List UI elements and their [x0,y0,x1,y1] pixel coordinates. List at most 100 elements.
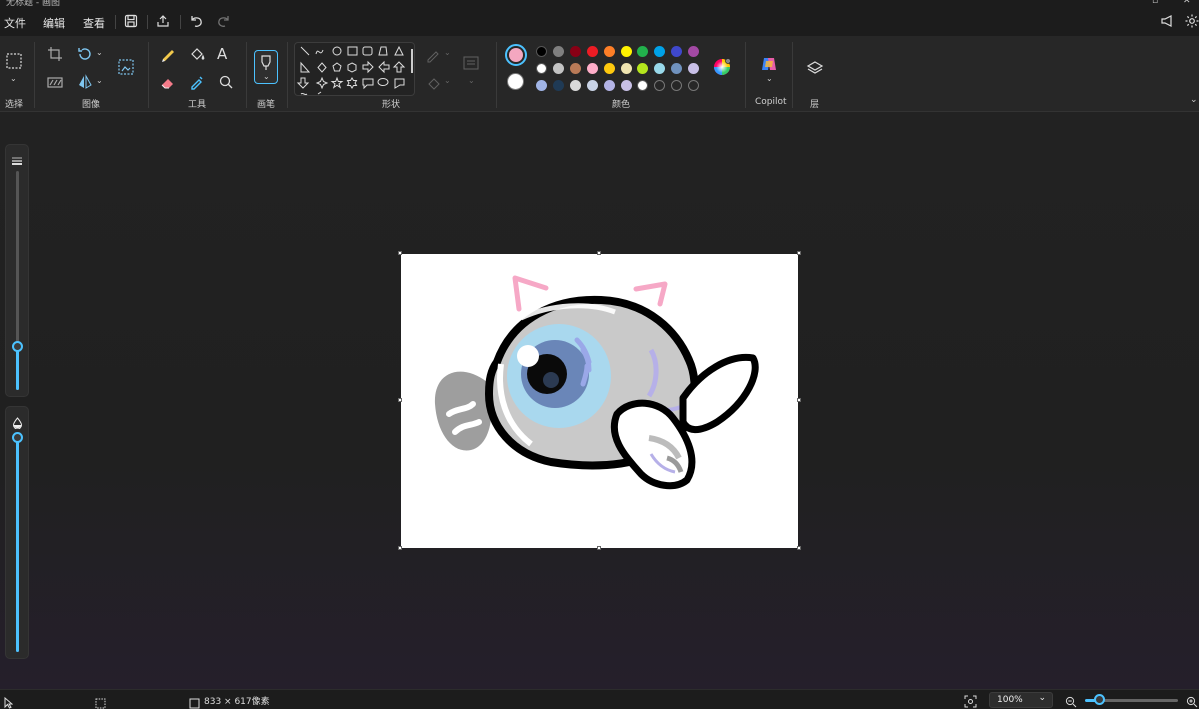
rotate-icon[interactable] [76,45,94,63]
divider [287,42,288,108]
shapes-scrollbar[interactable] [411,49,413,73]
palette-swatch[interactable] [536,80,547,91]
opacity-drop-icon [12,414,23,433]
palette-swatch[interactable] [552,63,564,74]
divider [745,42,746,108]
brush-button[interactable]: ⌄ [254,50,278,84]
palette-swatch[interactable] [552,80,564,91]
flip-icon[interactable] [76,73,94,91]
close-icon[interactable]: ✕ [1183,0,1191,6]
palette-swatch[interactable] [620,63,632,74]
image-select-icon[interactable] [117,58,135,76]
fill-bucket-icon[interactable] [188,45,206,63]
fit-to-window-icon[interactable] [964,693,977,709]
palette-swatch[interactable] [603,46,615,57]
group-label-shapes: 形状 [382,100,401,110]
rotate-chevron-down-icon[interactable]: ⌄ [96,48,103,57]
shape-size-chevron-down-icon[interactable]: ⌄ [468,76,475,85]
palette-swatch[interactable] [671,46,683,57]
palette-swatch[interactable] [688,46,700,57]
resize-handle-bottom-left[interactable] [398,546,402,550]
secondary-color-swatch[interactable] [507,73,524,90]
outline-icon[interactable] [425,47,443,65]
save-icon[interactable] [123,13,141,31]
edit-colors-icon[interactable] [713,58,731,76]
copilot-icon[interactable] [760,55,778,73]
resize-handle-top-left[interactable] [398,251,402,255]
copilot-chevron-down-icon[interactable]: ⌄ [766,74,773,83]
divider [147,15,148,29]
shape-size-icon[interactable] [462,54,480,72]
palette-swatch[interactable] [569,80,581,91]
outline-chevron-down-icon[interactable]: ⌄ [444,48,451,57]
eraser-icon[interactable] [159,73,177,91]
palette-swatch[interactable] [552,46,564,57]
resize-handle-top-right[interactable] [797,251,801,255]
restore-icon[interactable]: ▫ [1152,0,1158,6]
status-bar: 833 × 617像素 100% ⌄ [0,689,1199,709]
palette-swatch[interactable] [620,80,632,91]
palette-swatch[interactable] [637,46,649,57]
pencil-icon[interactable] [159,45,177,63]
palette-swatch[interactable] [603,63,615,74]
palette-swatch[interactable] [569,63,581,74]
drawing-canvas[interactable] [401,254,798,548]
menu-edit[interactable]: 编辑 [43,15,65,31]
resize-handle-left[interactable] [398,398,402,402]
undo-icon[interactable] [188,13,206,31]
feedback-icon[interactable] [1160,13,1178,31]
ribbon-collapse-chevron-icon[interactable]: ⌄ [1190,95,1198,105]
palette-swatch[interactable] [671,63,683,74]
canvas-size-icon [189,694,200,709]
settings-gear-icon[interactable] [1184,13,1199,31]
zoom-out-icon[interactable] [1065,693,1077,709]
palette-swatch[interactable] [536,63,547,74]
palette-swatch[interactable] [637,80,649,91]
custom-color-slot[interactable] [688,80,700,91]
resize-handle-bottom-right[interactable] [797,546,801,550]
custom-color-slot[interactable] [654,80,666,91]
layers-icon[interactable] [806,59,824,77]
resize-handle-top[interactable] [597,251,601,255]
shapes-gallery[interactable] [294,42,415,96]
fill-chevron-down-icon[interactable]: ⌄ [444,76,451,85]
group-label-image: 图像 [82,100,101,110]
text-tool-icon[interactable]: A [217,45,235,63]
cursor-position-icon [3,694,14,709]
palette-swatch[interactable] [586,80,598,91]
fill-style-icon[interactable] [425,75,443,93]
palette-swatch[interactable] [620,46,632,57]
zoom-slider-thumb[interactable] [1094,694,1105,705]
resize-handle-right[interactable] [797,398,801,402]
menu-file[interactable]: 文件 [4,15,26,31]
crop-icon[interactable] [46,45,64,63]
divider [246,42,247,108]
palette-swatch[interactable] [654,63,666,74]
palette-swatch[interactable] [637,63,649,74]
menu-view[interactable]: 查看 [83,15,105,31]
size-slider-thumb[interactable] [12,341,23,353]
opacity-slider-thumb[interactable] [12,432,23,443]
redo-icon[interactable] [216,13,234,31]
resize-handle-bottom[interactable] [597,546,601,550]
primary-color-swatch[interactable] [505,44,527,66]
select-chevron-down-icon[interactable]: ⌄ [10,74,17,83]
zoom-dropdown[interactable]: 100% ⌄ [989,692,1053,708]
palette-swatch[interactable] [586,46,598,57]
palette-swatch[interactable] [688,63,700,74]
palette-swatch[interactable] [586,63,598,74]
eyeball-drawing [434,275,759,490]
share-icon[interactable] [155,13,173,31]
palette-swatch[interactable] [603,80,615,91]
palette-swatch[interactable] [569,46,581,57]
flip-chevron-down-icon[interactable]: ⌄ [96,76,103,85]
magnifier-icon[interactable] [217,73,235,91]
rectangle-select-icon[interactable] [5,52,23,70]
resize-icon[interactable] [46,73,64,91]
palette-swatch[interactable] [536,46,547,57]
custom-color-slot[interactable] [671,80,683,91]
palette-swatch[interactable] [654,46,666,57]
color-picker-icon[interactable] [188,73,206,91]
zoom-in-icon[interactable] [1186,693,1198,709]
zoom-slider-track[interactable] [1099,699,1178,702]
